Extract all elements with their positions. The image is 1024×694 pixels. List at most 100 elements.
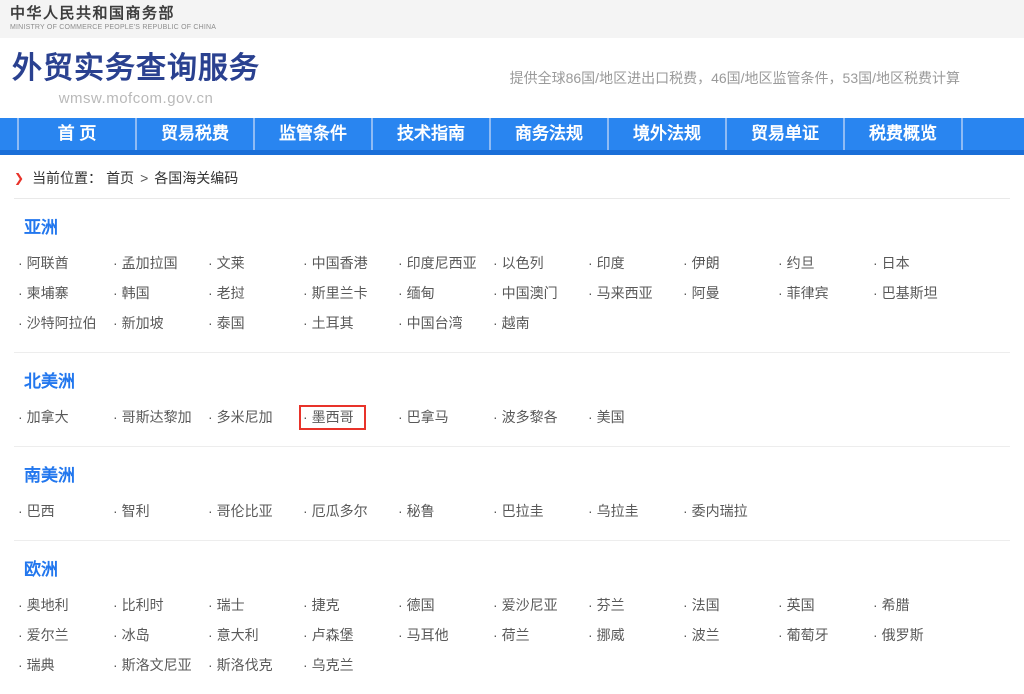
country-link[interactable]: ·德国 bbox=[394, 593, 447, 618]
country-link[interactable]: ·文莱 bbox=[204, 251, 257, 276]
country-link[interactable]: ·秘鲁 bbox=[394, 499, 447, 524]
country-link[interactable]: ·卢森堡 bbox=[299, 623, 366, 648]
country-link[interactable]: ·印度 bbox=[584, 251, 637, 276]
country-link[interactable]: ·瑞士 bbox=[204, 593, 257, 618]
country-list: ·加拿大 ·哥斯达黎加 ·多米尼加 ·墨西哥 bbox=[14, 405, 1010, 430]
country-link[interactable]: ·瑞典 bbox=[14, 653, 67, 678]
country-link[interactable]: ·中国澳门 bbox=[489, 281, 570, 306]
country-label: 中国台湾 bbox=[407, 315, 463, 331]
bullet-icon: · bbox=[18, 315, 23, 331]
bullet-icon: · bbox=[18, 597, 23, 613]
country-link[interactable]: ·爱尔兰 bbox=[14, 623, 81, 648]
bullet-icon: · bbox=[778, 255, 783, 271]
nav-item[interactable]: 商务法规 bbox=[489, 118, 607, 150]
ministry-name-cn: 中华人民共和国商务部 bbox=[10, 5, 1024, 23]
country-link[interactable]: ·柬埔寨 bbox=[14, 281, 81, 306]
country-label: 厄瓜多尔 bbox=[312, 503, 368, 519]
country-cell: ·斯洛伐克 bbox=[204, 653, 299, 678]
country-cell: ·委内瑞拉 bbox=[679, 499, 774, 524]
country-link[interactable]: ·奥地利 bbox=[14, 593, 81, 618]
country-link[interactable]: ·冰岛 bbox=[109, 623, 162, 648]
continent-section: 亚洲 ·阿联酋 ·孟加拉国 ·文莱 bbox=[14, 199, 1010, 352]
country-link[interactable]: ·印度尼西亚 bbox=[394, 251, 489, 276]
country-link[interactable]: ·希腊 bbox=[869, 593, 922, 618]
country-link[interactable]: ·沙特阿拉伯 bbox=[14, 311, 109, 336]
country-link[interactable]: ·巴西 bbox=[14, 499, 67, 524]
continent-section: 北美洲 ·加拿大 ·哥斯达黎加 ·多米尼加 bbox=[14, 352, 1010, 446]
country-link[interactable]: ·智利 bbox=[109, 499, 162, 524]
country-link[interactable]: ·巴拉圭 bbox=[489, 499, 556, 524]
breadcrumb-home-link[interactable]: 首页 bbox=[106, 168, 134, 188]
country-link[interactable]: ·乌拉圭 bbox=[584, 499, 651, 524]
country-link[interactable]: ·缅甸 bbox=[394, 281, 447, 306]
country-link[interactable]: ·委内瑞拉 bbox=[679, 499, 760, 524]
country-label: 印度 bbox=[597, 255, 625, 271]
country-link[interactable]: ·泰国 bbox=[204, 311, 257, 336]
country-link[interactable]: ·英国 bbox=[774, 593, 827, 618]
country-link[interactable]: ·墨西哥 bbox=[299, 405, 366, 430]
country-link[interactable]: ·爱沙尼亚 bbox=[489, 593, 570, 618]
country-link[interactable]: ·比利时 bbox=[109, 593, 176, 618]
bullet-icon: · bbox=[208, 285, 213, 301]
country-link[interactable]: ·韩国 bbox=[109, 281, 162, 306]
country-link[interactable]: ·芬兰 bbox=[584, 593, 637, 618]
country-link[interactable]: ·波兰 bbox=[679, 623, 732, 648]
country-link[interactable]: ·加拿大 bbox=[14, 405, 81, 430]
country-link[interactable]: ·伊朗 bbox=[679, 251, 732, 276]
nav-item[interactable]: 技术指南 bbox=[371, 118, 489, 150]
country-link[interactable]: ·巴拿马 bbox=[394, 405, 461, 430]
country-link[interactable]: ·斯洛文尼亚 bbox=[109, 653, 204, 678]
country-link[interactable]: ·菲律宾 bbox=[774, 281, 841, 306]
country-link[interactable]: ·约旦 bbox=[774, 251, 827, 276]
country-cell: ·印度 bbox=[584, 251, 679, 276]
country-link[interactable]: ·俄罗斯 bbox=[869, 623, 936, 648]
country-link[interactable]: ·意大利 bbox=[204, 623, 271, 648]
nav-item[interactable]: 贸易单证 bbox=[725, 118, 843, 150]
country-link[interactable]: ·阿曼 bbox=[679, 281, 732, 306]
country-link[interactable]: ·多米尼加 bbox=[204, 405, 285, 430]
country-link[interactable]: ·新加坡 bbox=[109, 311, 176, 336]
country-label: 冰岛 bbox=[122, 627, 150, 643]
bullet-icon: · bbox=[208, 597, 213, 613]
breadcrumb: ❯ 当前位置： 首页 > 各国海关编码 bbox=[14, 168, 1024, 188]
site-brand[interactable]: 外贸实务查询服务 wmsw.mofcom.gov.cn bbox=[12, 50, 260, 107]
content: 亚洲 ·阿联酋 ·孟加拉国 ·文莱 bbox=[0, 199, 1024, 694]
country-link[interactable]: ·中国香港 bbox=[299, 251, 380, 276]
country-link[interactable]: ·哥斯达黎加 bbox=[109, 405, 204, 430]
bullet-icon: · bbox=[113, 627, 118, 643]
country-cell: ·泰国 bbox=[204, 311, 299, 336]
country-link[interactable]: ·挪威 bbox=[584, 623, 637, 648]
nav-item[interactable]: 监管条件 bbox=[253, 118, 371, 150]
country-link[interactable]: ·荷兰 bbox=[489, 623, 542, 648]
country-link[interactable]: ·马耳他 bbox=[394, 623, 461, 648]
nav-item[interactable]: 境外法规 bbox=[607, 118, 725, 150]
country-cell: ·波兰 bbox=[679, 623, 774, 648]
country-link[interactable]: ·中国台湾 bbox=[394, 311, 475, 336]
country-link[interactable]: ·斯里兰卡 bbox=[299, 281, 380, 306]
country-link[interactable]: ·法国 bbox=[679, 593, 732, 618]
country-link[interactable]: ·马来西亚 bbox=[584, 281, 665, 306]
country-link[interactable]: ·老挝 bbox=[204, 281, 257, 306]
country-link[interactable]: ·美国 bbox=[584, 405, 637, 430]
country-link[interactable]: ·巴基斯坦 bbox=[869, 281, 950, 306]
country-link[interactable]: ·波多黎各 bbox=[489, 405, 570, 430]
country-link[interactable]: ·越南 bbox=[489, 311, 542, 336]
country-link[interactable]: ·日本 bbox=[869, 251, 922, 276]
bullet-icon: · bbox=[303, 315, 308, 331]
country-link[interactable]: ·阿联酋 bbox=[14, 251, 81, 276]
nav-item[interactable]: 首 页 bbox=[17, 118, 135, 150]
continent-title: 亚洲 bbox=[24, 217, 1010, 239]
country-link[interactable]: ·葡萄牙 bbox=[774, 623, 841, 648]
country-link[interactable]: ·以色列 bbox=[489, 251, 556, 276]
nav-item[interactable]: 税费概览 bbox=[843, 118, 961, 150]
country-link[interactable]: ·厄瓜多尔 bbox=[299, 499, 380, 524]
country-link[interactable]: ·土耳其 bbox=[299, 311, 366, 336]
country-cell: ·斯里兰卡 bbox=[299, 281, 394, 306]
country-link[interactable]: ·哥伦比亚 bbox=[204, 499, 285, 524]
country-link[interactable]: ·孟加拉国 bbox=[109, 251, 190, 276]
country-link[interactable]: ·捷克 bbox=[299, 593, 352, 618]
nav-item[interactable]: 贸易税费 bbox=[135, 118, 253, 150]
country-link[interactable]: ·乌克兰 bbox=[299, 653, 366, 678]
country-link[interactable]: ·斯洛伐克 bbox=[204, 653, 285, 678]
site-title[interactable]: 外贸实务查询服务 bbox=[12, 50, 260, 88]
